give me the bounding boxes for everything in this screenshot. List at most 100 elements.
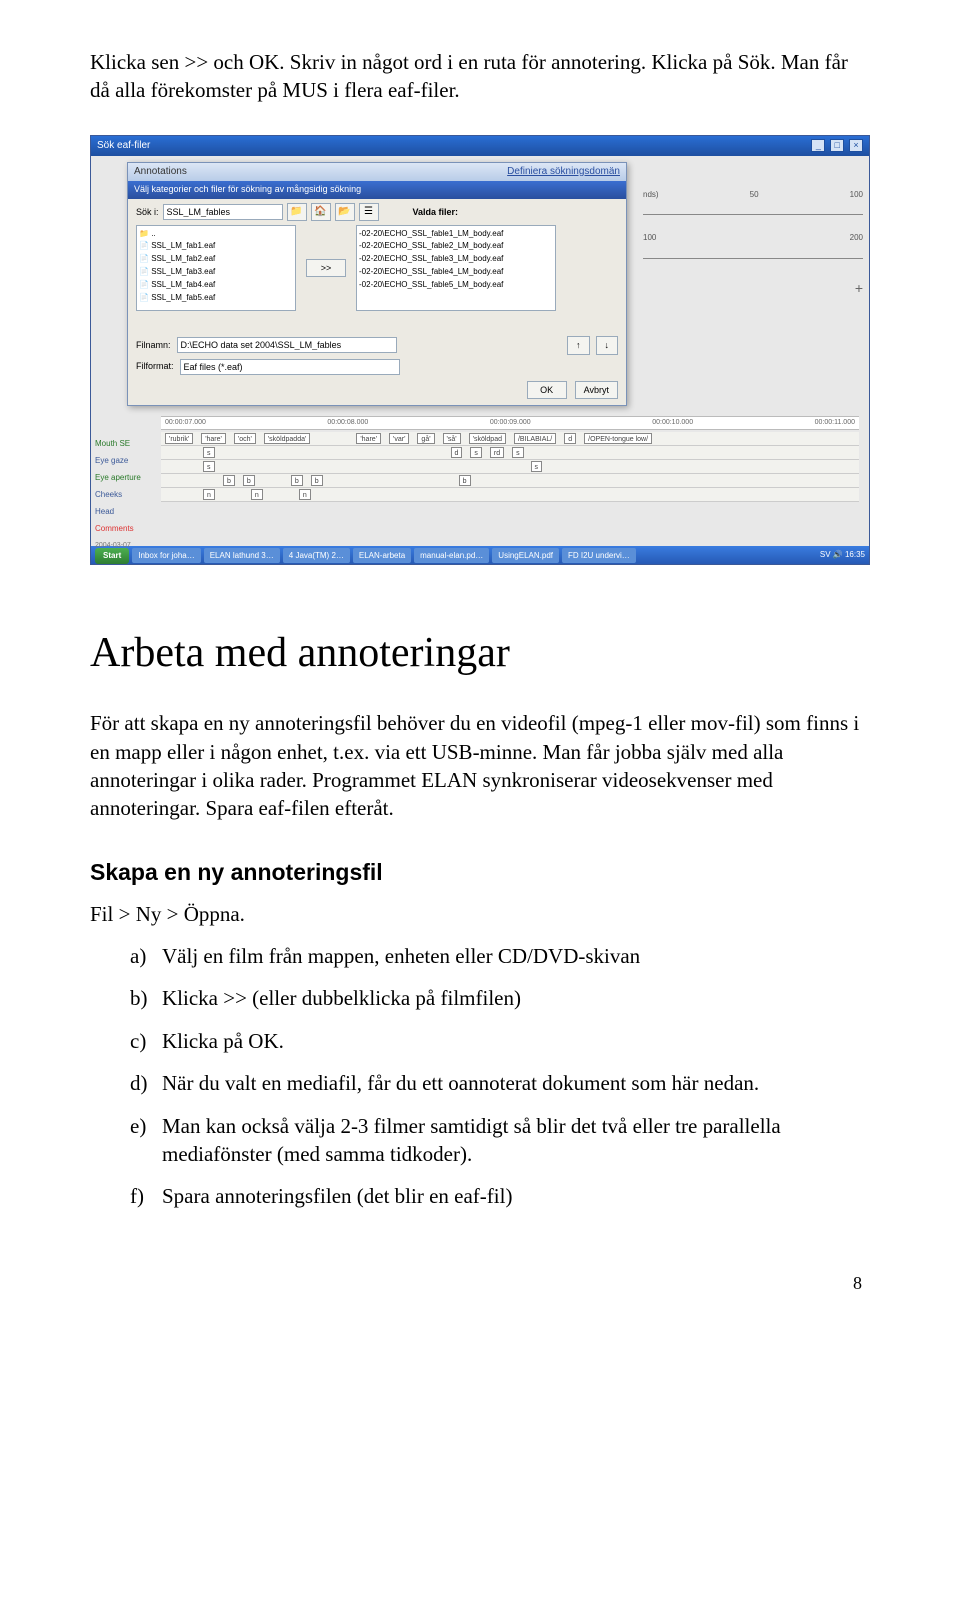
annotation-segment[interactable]: 'rubrik': [165, 433, 193, 444]
intro-paragraph: Klicka sen >> och OK. Skriv in något ord…: [90, 48, 870, 105]
list-item: c)Klicka på OK.: [130, 1027, 870, 1055]
source-file-list[interactable]: .. SSL_LM_fab1.eaf SSL_LM_fab2.eaf SSL_L…: [136, 225, 296, 311]
list-item: f)Spara annoteringsfilen (det blir en ea…: [130, 1182, 870, 1210]
tier-row[interactable]: n n n: [161, 488, 859, 502]
list-item[interactable]: SSL_LM_fab5.eaf: [139, 292, 293, 305]
annotation-segment[interactable]: n: [299, 489, 311, 500]
list-item[interactable]: -02-20\ECHO_SSL_fable1_LM_body.eaf: [359, 228, 553, 241]
up-folder-icon[interactable]: 📁: [287, 203, 307, 221]
ruler-area: nds) 50 100 100 200 +: [643, 184, 863, 298]
up-button[interactable]: ↑: [567, 336, 590, 354]
elan-screenshot: Sök eaf-filer _ □ × Annotations Definier…: [90, 135, 870, 565]
list-item[interactable]: -02-20\ECHO_SSL_fable2_LM_body.eaf: [359, 240, 553, 253]
down-button[interactable]: ↓: [596, 336, 619, 354]
minimize-icon[interactable]: _: [811, 139, 825, 152]
annotation-segment[interactable]: d: [451, 447, 463, 458]
annotation-segment[interactable]: 'och': [234, 433, 256, 444]
filnamn-label: Filnamn:: [136, 339, 171, 351]
sok-dropdown[interactable]: [163, 204, 283, 220]
list-view-icon[interactable]: ☰: [359, 203, 379, 221]
list-item[interactable]: SSL_LM_fab4.eaf: [139, 279, 293, 292]
list-item: e)Man kan också välja 2-3 filmer samtidi…: [130, 1112, 870, 1169]
timecode: 00:00:08.000: [327, 418, 368, 428]
avbryt-button[interactable]: Avbryt: [575, 381, 618, 399]
list-item-text: Spara annoteringsfilen (det blir en eaf-…: [162, 1184, 512, 1208]
move-right-button[interactable]: >>: [306, 259, 346, 277]
tier-labels: Mouth SE Eye gaze Eye aperture Cheeks He…: [95, 436, 155, 555]
body-paragraph: För att skapa en ny annoteringsfil behöv…: [90, 709, 870, 822]
list-item[interactable]: SSL_LM_fab1.eaf: [139, 240, 293, 253]
annotation-segment[interactable]: n: [251, 489, 263, 500]
new-folder-icon[interactable]: 📂: [335, 203, 355, 221]
sok-label: Sök i:: [136, 206, 159, 218]
timecode: 00:00:10.000: [652, 418, 693, 428]
dialog-title: Annotations Definiera sökningsdomän: [128, 163, 626, 181]
tier-label[interactable]: Head: [95, 504, 155, 519]
list-item[interactable]: -02-20\ECHO_SSL_fable3_LM_body.eaf: [359, 253, 553, 266]
annotation-segment[interactable]: s: [470, 447, 482, 458]
annotation-segment[interactable]: b: [459, 475, 471, 486]
annotation-segment[interactable]: s: [203, 447, 215, 458]
close-icon[interactable]: ×: [849, 139, 863, 152]
window-controls[interactable]: _ □ ×: [809, 139, 863, 153]
annotation-segment[interactable]: b: [311, 475, 323, 486]
selected-file-list[interactable]: -02-20\ECHO_SSL_fable1_LM_body.eaf -02-2…: [356, 225, 556, 311]
annotation-segment[interactable]: 'sköldpadda': [264, 433, 310, 444]
filnamn-input[interactable]: [177, 337, 397, 353]
annotation-segment[interactable]: 'var': [389, 433, 409, 444]
tier-row[interactable]: s s: [161, 460, 859, 474]
dialog-instruction-bar: Välj kategorier och filer för sökning av…: [128, 181, 626, 199]
taskbar-item[interactable]: 4 Java(TM) 2…: [283, 548, 350, 563]
list-item[interactable]: SSL_LM_fab3.eaf: [139, 266, 293, 279]
valda-filer-label: Valda filer:: [413, 206, 459, 218]
list-item-text: Klicka >> (eller dubbelklicka på filmfil…: [162, 986, 521, 1010]
maximize-icon[interactable]: □: [830, 139, 844, 152]
home-icon[interactable]: 🏠: [311, 203, 331, 221]
annotation-segment[interactable]: /BILABIAL/: [514, 433, 556, 444]
annotation-segment[interactable]: n: [203, 489, 215, 500]
ok-button[interactable]: OK: [527, 381, 567, 399]
tier-label[interactable]: Eye gaze: [95, 453, 155, 468]
taskbar-item[interactable]: manual-elan.pd…: [414, 548, 489, 563]
taskbar-item[interactable]: UsingELAN.pdf: [492, 548, 559, 563]
plus-icon[interactable]: +: [643, 279, 863, 298]
filformat-dropdown[interactable]: [180, 359, 400, 375]
taskbar-item[interactable]: ELAN lathund 3…: [204, 548, 280, 563]
annotation-segment[interactable]: rd: [490, 447, 504, 458]
list-item[interactable]: -02-20\ECHO_SSL_fable5_LM_body.eaf: [359, 279, 553, 292]
list-item-text: När du valt en mediafil, får du ett oann…: [162, 1071, 759, 1095]
annotation-segment[interactable]: gå': [417, 433, 434, 444]
lettered-list: a)Välj en film från mappen, enheten elle…: [90, 942, 870, 1210]
taskbar-item[interactable]: ELAN-arbeta: [353, 548, 411, 563]
annotation-segment[interactable]: b: [291, 475, 303, 486]
list-item: a)Välj en film från mappen, enheten elle…: [130, 942, 870, 970]
annotation-segment[interactable]: s: [512, 447, 524, 458]
tier-label[interactable]: Eye aperture: [95, 470, 155, 485]
annotation-segment[interactable]: /OPEN-tongue low/: [584, 433, 652, 444]
annotation-segment[interactable]: s: [203, 461, 215, 472]
tier-row[interactable]: b b b b b: [161, 474, 859, 488]
define-domain-link[interactable]: Definiera sökningsdomän: [507, 165, 620, 179]
tier-row[interactable]: s d s rd s: [161, 446, 859, 460]
annotation-segment[interactable]: b: [223, 475, 235, 486]
list-item[interactable]: -02-20\ECHO_SSL_fable4_LM_body.eaf: [359, 266, 553, 279]
tier-label[interactable]: Cheeks: [95, 487, 155, 502]
windows-taskbar[interactable]: Start Inbox for joha… ELAN lathund 3… 4 …: [91, 546, 869, 565]
annotation-segment[interactable]: 'så': [443, 433, 461, 444]
annotation-segment[interactable]: b: [243, 475, 255, 486]
file-chooser-dialog: Annotations Definiera sökningsdomän Välj…: [127, 162, 627, 406]
annotation-segment[interactable]: 'sköldpad: [469, 433, 506, 444]
heading-1: Arbeta med annoteringar: [90, 625, 870, 682]
annotation-segment[interactable]: 'hare': [356, 433, 381, 444]
system-tray[interactable]: SV 🔊 16:35: [820, 550, 865, 561]
taskbar-item[interactable]: FD I2U undervi…: [562, 548, 636, 563]
annotation-segment[interactable]: s: [531, 461, 543, 472]
tier-label[interactable]: Mouth SE: [95, 436, 155, 451]
tier-label[interactable]: Comments: [95, 521, 155, 536]
annotation-segment[interactable]: 'hare': [201, 433, 226, 444]
annotation-segment[interactable]: d: [564, 433, 576, 444]
tier-row[interactable]: 'rubrik' 'hare' 'och' 'sköldpadda' 'hare…: [161, 432, 859, 446]
list-item[interactable]: ..: [139, 228, 293, 241]
list-item[interactable]: SSL_LM_fab2.eaf: [139, 253, 293, 266]
elan-body: Annotations Definiera sökningsdomän Välj…: [91, 156, 869, 546]
